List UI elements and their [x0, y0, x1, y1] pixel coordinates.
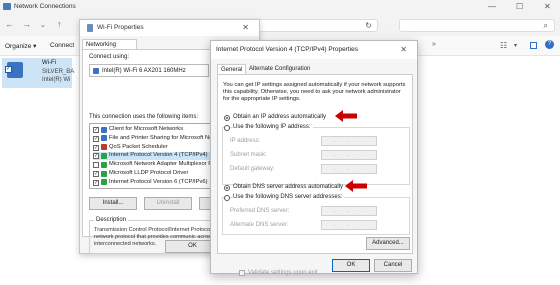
general-panel: You can get IP settings assigned automat…	[217, 74, 413, 276]
protocol-icon	[101, 179, 107, 186]
tab-alternate-configuration[interactable]: Alternate Configuration	[249, 66, 310, 72]
annotation-arrow-icon	[345, 180, 367, 192]
more-icon[interactable]: »	[432, 41, 436, 48]
item-checkbox[interactable]: ✓	[93, 179, 99, 186]
adapter-device: Intel(R) Wi	[42, 77, 71, 83]
item-label: Microsoft LLDP Protocol Driver	[109, 170, 189, 176]
minimize-icon[interactable]: —	[488, 2, 496, 11]
item-label: Microsoft Network Adapter Multiplexor Pr…	[109, 161, 225, 168]
item-label: Internet Protocol Version 4 (TCP/IPv4)	[109, 152, 208, 159]
subnet-mask-field: ...	[321, 150, 377, 160]
protocol-icon	[101, 135, 107, 142]
refresh-icon[interactable]: ↻	[365, 21, 372, 30]
advanced-button[interactable]: Advanced...	[366, 237, 410, 250]
arrow-shape	[335, 110, 357, 122]
network-connections-icon	[3, 3, 11, 10]
help-icon[interactable]: ?	[545, 40, 554, 49]
organize-menu[interactable]: Organize ▾	[5, 42, 36, 50]
ip-address-field: ...	[321, 136, 377, 146]
adapter-name: Intel(R) Wi-Fi 6 AX201 160MHz	[102, 67, 186, 74]
up-arrow-icon[interactable]: ↑	[57, 19, 62, 29]
default-gateway-field: ...	[321, 164, 377, 174]
network-adapter-icon	[93, 68, 99, 74]
adapter-ssid: SILVER_BA	[42, 69, 75, 75]
annotation-arrow-icon	[335, 110, 357, 122]
maximize-icon[interactable]: ☐	[516, 2, 523, 11]
item-checkbox[interactable]	[93, 162, 99, 169]
wifi-adapter-tile[interactable]: ✓ Wi-Fi SILVER_BA Intel(R) Wi	[2, 58, 75, 88]
item-checkbox[interactable]: ✓	[93, 135, 99, 142]
adapter-field: Intel(R) Wi-Fi 6 AX201 160MHz	[89, 64, 209, 77]
preview-pane-icon[interactable]	[530, 42, 537, 49]
ipv4-properties-dialog: Internet Protocol Version 4 (TCP/IPv4) P…	[210, 40, 418, 276]
obtain-ip-label[interactable]: Obtain an IP address automatically	[233, 114, 326, 120]
install-button[interactable]: Install...	[89, 197, 137, 210]
protocol-icon	[101, 152, 107, 159]
dialog-titlebar: Wi-Fi Properties ✕	[80, 20, 259, 36]
default-gateway-label: Default gateway:	[230, 166, 275, 172]
arrow-shape	[345, 180, 367, 192]
recent-chevron-icon[interactable]: ⌄	[40, 21, 46, 29]
dns-group	[222, 197, 410, 235]
uninstall-button: Uninstall	[144, 197, 192, 210]
forward-arrow-icon[interactable]: →	[22, 19, 31, 29]
item-checkbox[interactable]: ✓	[93, 153, 99, 160]
view-dropdown-icon[interactable]: ▾	[514, 42, 517, 49]
item-label: File and Printer Sharing for Microsoft N…	[109, 134, 227, 141]
item-label: Client for Microsoft Networks	[109, 126, 184, 132]
validate-checkbox	[239, 270, 245, 276]
alternate-dns-field: ...	[321, 220, 377, 230]
protocol-icon	[101, 170, 107, 177]
protocol-icon	[101, 144, 107, 151]
dialog-titlebar: Internet Protocol Version 4 (TCP/IPv4) P…	[211, 41, 417, 59]
item-checkbox[interactable]: ✓	[93, 171, 99, 177]
use-dns-label[interactable]: Use the following DNS server addresses:	[233, 194, 345, 200]
description-label: Description	[94, 217, 129, 223]
alternate-dns-label: Alternate DNS server:	[230, 222, 289, 228]
window-title: Network Connections	[14, 3, 76, 10]
item-label: QoS Packet Scheduler	[109, 143, 168, 150]
intro-text: You can get IP settings assigned automat…	[223, 82, 406, 102]
protocol-icon	[101, 161, 107, 168]
dialog-title: Internet Protocol Version 4 (TCP/IPv4) P…	[216, 46, 358, 53]
item-checkbox[interactable]: ✓	[93, 144, 99, 151]
window-titlebar: Network Connections — ☐ ✕	[0, 0, 560, 14]
obtain-ip-radio[interactable]	[224, 115, 230, 121]
selection-checkbox[interactable]: ✓	[5, 66, 12, 73]
item-checkbox[interactable]: ✓	[93, 127, 99, 133]
subnet-mask-label: Subnet mask:	[230, 152, 267, 158]
search-icon: ⌕	[543, 21, 548, 30]
protocol-icon	[101, 126, 107, 133]
view-options-icon[interactable]: ☷	[500, 41, 507, 50]
ip-address-label: IP address:	[230, 138, 261, 144]
close-icon[interactable]: ✕	[400, 45, 407, 54]
search-box[interactable]: ⌕	[399, 19, 555, 32]
preferred-dns-field: ...	[321, 206, 377, 216]
obtain-dns-radio[interactable]	[224, 185, 230, 191]
close-icon[interactable]: ✕	[544, 2, 551, 11]
items-label: This connection uses the following items…	[89, 114, 199, 120]
wifi-properties-icon	[87, 24, 93, 32]
close-icon[interactable]: ✕	[242, 23, 249, 32]
use-dns-radio[interactable]	[224, 195, 230, 201]
dialog-title: Wi-Fi Properties	[97, 24, 144, 31]
validate-label: Validate settings upon exit	[248, 270, 318, 276]
adapter-name: Wi-Fi	[42, 60, 56, 66]
back-arrow-icon[interactable]: ←	[5, 19, 14, 29]
ok-button[interactable]: OK	[332, 259, 370, 272]
obtain-dns-label[interactable]: Obtain DNS server address automatically	[233, 184, 343, 190]
item-label: Internet Protocol Version 6 (TCP/IPv6)	[109, 178, 208, 185]
use-ip-radio[interactable]	[224, 125, 230, 131]
cancel-button[interactable]: Cancel	[374, 259, 412, 272]
connect-button[interactable]: Connect	[50, 42, 74, 49]
preferred-dns-label: Preferred DNS server:	[230, 208, 290, 214]
connect-using-label: Connect using:	[89, 54, 130, 60]
use-ip-label[interactable]: Use the following IP address:	[233, 124, 313, 130]
